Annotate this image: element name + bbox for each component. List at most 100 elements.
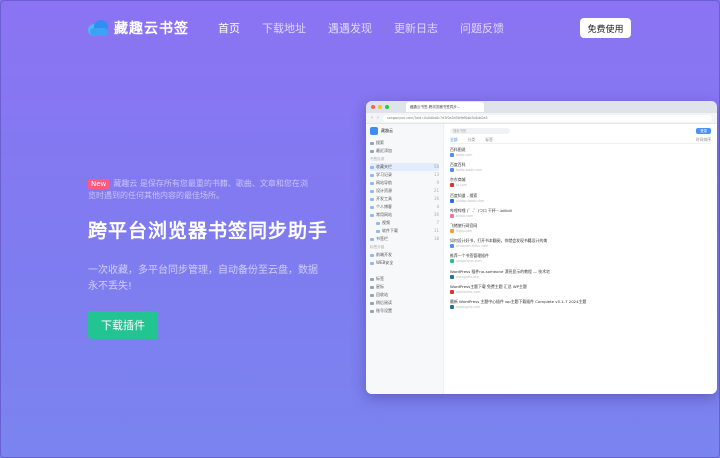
free-use-button[interactable]: 免费使用 <box>580 18 631 38</box>
forward-arrow-icon: › <box>377 115 379 121</box>
nav-link-changelog[interactable]: 更新日志 <box>394 20 438 36</box>
mock-tab-tags: 标签 <box>485 137 493 142</box>
nav-link-discover[interactable]: 遇遇发现 <box>328 20 372 36</box>
bookmark-item: 京东商城 jd.com <box>450 177 467 188</box>
close-dot-icon <box>371 105 375 109</box>
mock-search-input: 搜索书签 <box>450 128 510 134</box>
sidebar-folder: 常用网站 36 <box>370 211 439 219</box>
folder-icon <box>376 229 380 233</box>
mock-titlebar: 藏趣云书签-跨浏览器书签同步... <box>366 101 717 113</box>
bookmark-item: 推荐一个书签管理插件 songquyun.com <box>450 253 489 264</box>
hero-note: New 藏趣云 是保存所有您最重的书籍、歌曲、文章和您在浏览时遇到的任何其他内容的… <box>88 178 308 202</box>
favicon-icon <box>450 168 454 173</box>
bookmark-item: 最新 WordPress 主题中心插件 wp主题下载插件 Complete v5… <box>450 298 587 309</box>
sidebar-bottom-item: 标签 <box>370 275 439 283</box>
sidebar-bottom-item: 稍后阅读 <box>370 299 439 307</box>
folder-icon <box>370 181 374 185</box>
favicon-icon <box>450 153 454 157</box>
hero-subtitle: 一次收藏，多平台同步管理，自动备份至云盘，数据永不丢失! <box>88 265 318 292</box>
mock-sidebar-header: 藏趣云 <box>370 127 439 135</box>
trash-icon <box>370 293 374 297</box>
folder-icon <box>370 173 374 177</box>
sidebar-folder: 设计资源 21 <box>370 187 439 195</box>
hero-title: 跨平台浏览器书签同步助手 <box>88 220 329 242</box>
sidebar-bottom-item: 星标 <box>370 283 439 291</box>
nav-link-home[interactable]: 首页 <box>218 20 240 36</box>
folder-icon <box>370 165 374 169</box>
mock-sidebar: 藏趣云 搜索 最近添加 书签目录 收藏夹栏 58 学习记录 13 网站导航 9 设计资… <box>366 124 444 394</box>
sidebar-group-label: 书签目录 <box>370 157 385 161</box>
mock-tabs: 全部 分类 标签 时间排序 <box>450 135 711 144</box>
mock-sort: 时间排序 <box>695 137 711 142</box>
mock-tab-all: 全部 <box>450 137 458 142</box>
sidebar-group-label: 标签分组 <box>370 245 385 249</box>
mock-browser-tab: 藏趣云书签-跨浏览器书签同步... <box>406 102 484 112</box>
nav-links: 首页 下载地址 遇遇发现 更新日志 问题反馈 <box>218 20 504 36</box>
tag-icon <box>370 253 374 257</box>
star-icon <box>370 285 374 289</box>
sidebar-tag: WEB安全 <box>370 259 439 267</box>
favicon-icon <box>450 213 454 218</box>
folder-icon <box>370 205 374 209</box>
mock-app-title: 藏趣云 <box>381 128 393 133</box>
sidebar-bottom-item: 回收站 <box>370 291 439 299</box>
tag-icon <box>370 261 374 265</box>
bookmark-item: 哔哩哔哩 (゜-゜)つロ 干杯~-bilibili bilibili.com <box>450 207 512 218</box>
sidebar-item: 最近添加 <box>370 147 439 155</box>
bookmark-item: 百度知道 - 搜索 zhidao.baidu.com <box>450 192 485 203</box>
back-arrow-icon: ‹ <box>371 115 373 121</box>
browser-screenshot-mockup: 藏趣云书签-跨浏览器书签同步... ‹ › songquyun.com/?aid… <box>366 101 717 394</box>
sidebar-folder: 收藏夹栏 58 <box>370 163 439 171</box>
sidebar-item: 搜索 <box>370 139 439 147</box>
favicon-icon <box>450 289 454 294</box>
bookmark-item: WordPress 插件no-someone 漂亮显示的教程 — 技术宅 word… <box>450 268 550 279</box>
tag-icon <box>370 277 374 281</box>
bookmark-icon <box>370 301 374 305</box>
bookmark-item: WordPress主题下载 免费主题 汇总 WP主题 wpthemes.com <box>450 283 527 294</box>
bookmark-item: 百度百科 baike.baidu.com <box>450 162 483 173</box>
bookmark-item: 百科图说 baike.com <box>450 147 473 157</box>
sidebar-folder: 网站导航 9 <box>370 179 439 187</box>
sidebar-folder: 视频 7 <box>370 219 439 227</box>
bookmark-item: 飞猪旅行网官网 fliggy.com <box>450 222 478 233</box>
top-nav: 藏趣云书签 首页 下载地址 遇遇发现 更新日志 问题反馈 免费使用 <box>0 0 720 56</box>
folder-icon <box>370 197 374 201</box>
nav-link-feedback[interactable]: 问题反馈 <box>460 20 504 36</box>
sidebar-folder: 开发工具 16 <box>370 195 439 203</box>
clock-icon <box>370 149 374 153</box>
app-logo-icon <box>370 127 378 135</box>
download-plugin-button[interactable]: 下载插件 <box>88 311 158 339</box>
mock-tab-category: 分类 <box>467 137 476 142</box>
mock-main-toolbar: 搜索书签 登录 <box>450 127 711 135</box>
folder-icon <box>370 213 374 217</box>
sidebar-bottom-item: 账号设置 <box>370 307 439 315</box>
hero-note-text: 藏趣云 是保存所有您最重的书籍、歌曲、文章和您在浏览时遇到的任何其他内容的最佳场… <box>88 179 308 200</box>
mock-app: 藏趣云 搜索 最近添加 书签目录 收藏夹栏 58 学习记录 13 网站导航 9 设计资… <box>366 124 717 394</box>
favicon-icon <box>450 274 454 279</box>
bookmark-item: 如何设计好书，打开书本翻阅，你就会发现书籍设计的美 zhuanlan.zhihu.… <box>450 238 548 249</box>
sidebar-group-label <box>370 268 439 275</box>
favicon-icon <box>450 228 454 233</box>
mock-login-button: 登录 <box>696 128 711 134</box>
brand-name: 藏趣云书签 <box>114 21 189 37</box>
favicon-icon <box>450 304 454 309</box>
favicon-icon <box>450 183 454 188</box>
folder-icon <box>370 189 374 193</box>
folder-icon <box>370 237 374 241</box>
minimize-dot-icon <box>378 105 382 109</box>
favicon-icon <box>450 244 454 249</box>
sidebar-folder: 软件下载 11 <box>370 227 439 235</box>
sidebar-tag: 前端开发 <box>370 251 439 259</box>
sidebar-folder: 学习记录 13 <box>370 171 439 179</box>
new-badge: New <box>88 179 110 189</box>
gear-icon <box>370 309 374 313</box>
favicon-icon <box>450 259 454 264</box>
nav-link-download[interactable]: 下载地址 <box>262 20 306 36</box>
mock-url-text: songquyun.com/?aid=0s0d0a0c7d3f0a5d5b9ef… <box>383 114 712 122</box>
sidebar-folder: 书签栏 18 <box>370 235 439 243</box>
maximize-dot-icon <box>385 105 389 109</box>
cloud-logo-icon <box>88 20 108 36</box>
sidebar-folder: 个人博客 4 <box>370 203 439 211</box>
mock-address-bar: ‹ › songquyun.com/?aid=0s0d0a0c7d3f0a5d5… <box>366 113 717 124</box>
brand[interactable]: 藏趣云书签 <box>88 18 189 38</box>
